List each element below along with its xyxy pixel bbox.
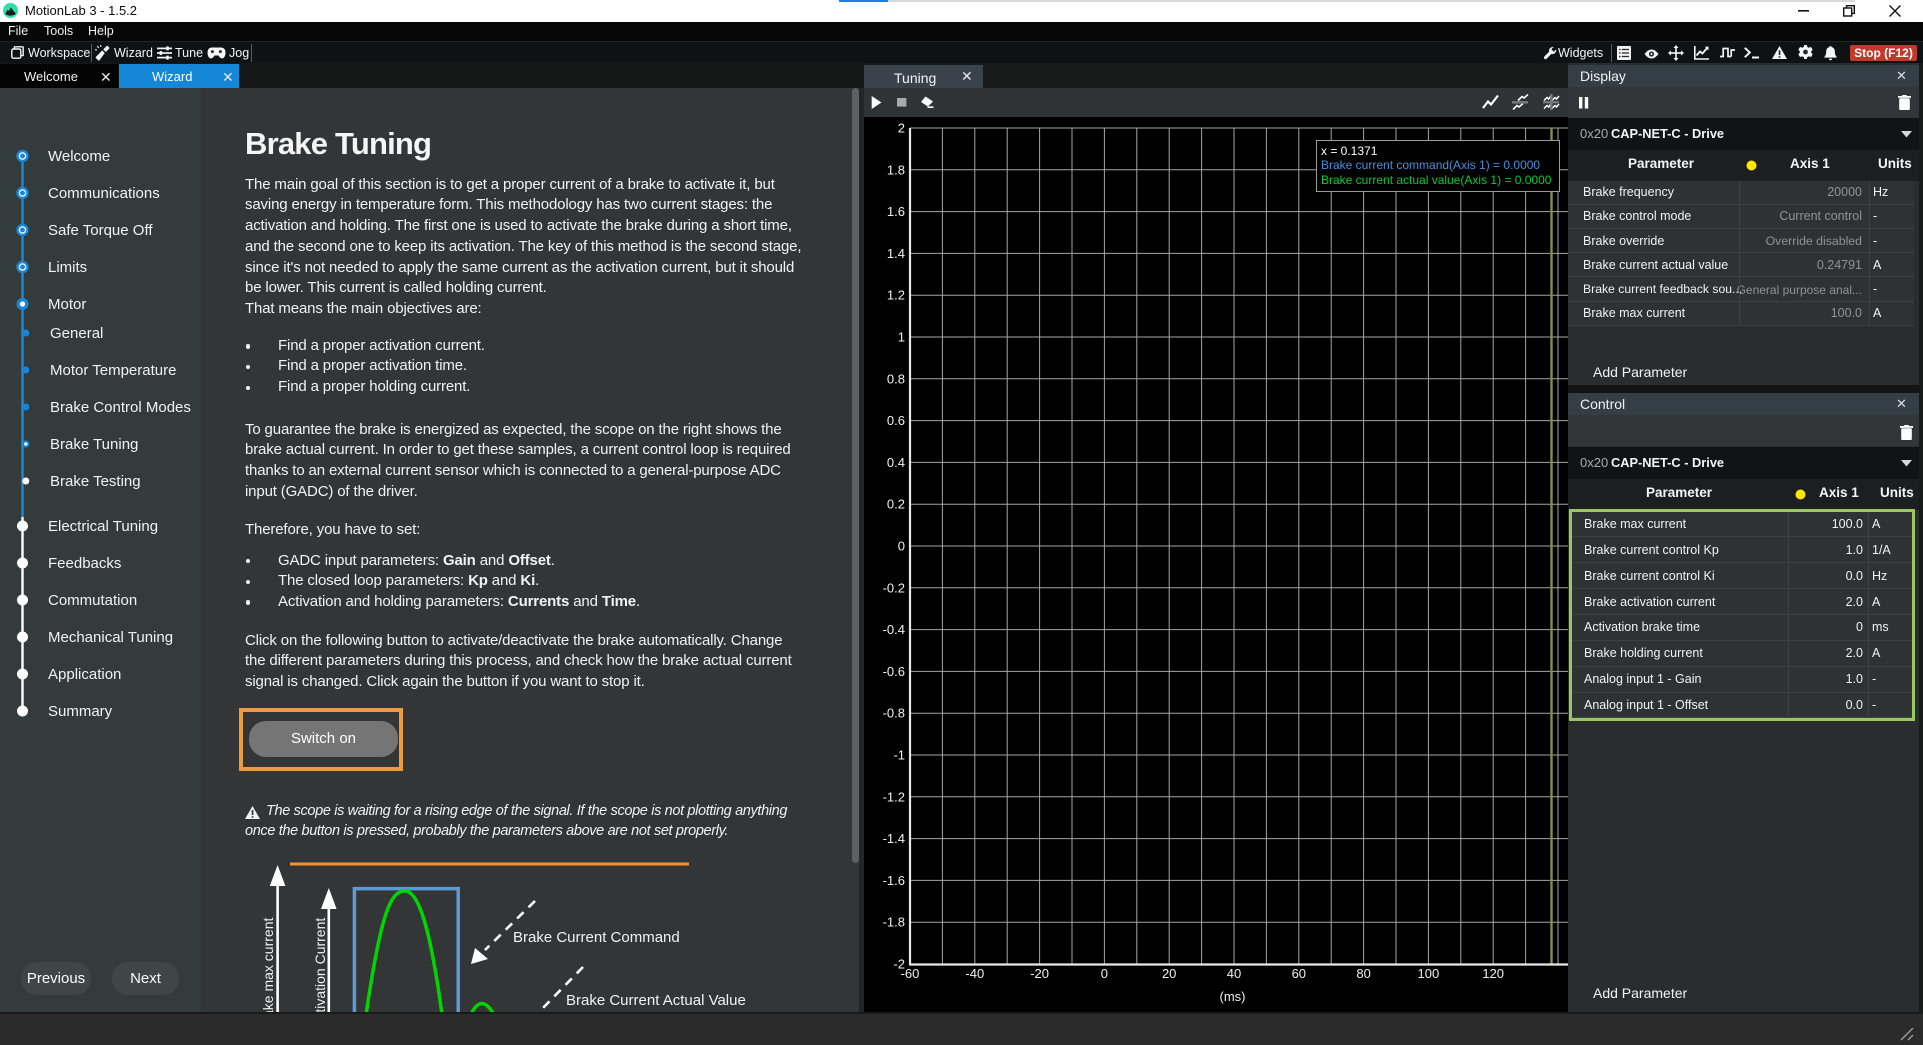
- svg-text:-0.2: -0.2: [883, 580, 905, 595]
- svg-text:-1.4: -1.4: [883, 831, 905, 846]
- svg-text:1: 1: [898, 330, 905, 345]
- svg-text:-60: -60: [901, 966, 920, 981]
- svg-text:1.8: 1.8: [887, 162, 905, 177]
- svg-text:-1.2: -1.2: [883, 789, 905, 804]
- svg-text:-20: -20: [1030, 966, 1049, 981]
- svg-text:-1.6: -1.6: [883, 873, 905, 888]
- svg-text:80: 80: [1356, 966, 1370, 981]
- svg-text:0.8: 0.8: [887, 371, 905, 386]
- svg-text:Brake Current Actual Value: Brake Current Actual Value: [566, 992, 746, 1009]
- svg-text:100: 100: [1418, 966, 1440, 981]
- svg-text:1.2: 1.2: [887, 288, 905, 303]
- svg-text:-0.8: -0.8: [883, 706, 905, 721]
- svg-text:40: 40: [1227, 966, 1241, 981]
- svg-text:0.6: 0.6: [887, 413, 905, 428]
- svg-text:Activation Current: Activation Current: [312, 918, 328, 1012]
- svg-text:120: 120: [1482, 966, 1504, 981]
- svg-text:-1.8: -1.8: [883, 915, 905, 930]
- svg-text:Brake max current: Brake max current: [260, 918, 276, 1012]
- svg-text:0: 0: [1101, 966, 1108, 981]
- svg-text:0.4: 0.4: [887, 455, 905, 470]
- svg-text:-40: -40: [965, 966, 984, 981]
- svg-text:0.2: 0.2: [887, 497, 905, 512]
- svg-text:(ms): (ms): [1220, 989, 1246, 1004]
- svg-text:60: 60: [1292, 966, 1306, 981]
- svg-text:1.4: 1.4: [887, 246, 905, 261]
- svg-text:20: 20: [1162, 966, 1176, 981]
- svg-text:1.6: 1.6: [887, 204, 905, 219]
- svg-text:-1: -1: [893, 748, 905, 763]
- svg-text:-0.6: -0.6: [883, 664, 905, 679]
- svg-text:2: 2: [898, 121, 905, 136]
- svg-text:0: 0: [898, 539, 905, 554]
- svg-text:Brake Current Command: Brake Current Command: [513, 929, 680, 946]
- svg-text:-0.4: -0.4: [883, 622, 905, 637]
